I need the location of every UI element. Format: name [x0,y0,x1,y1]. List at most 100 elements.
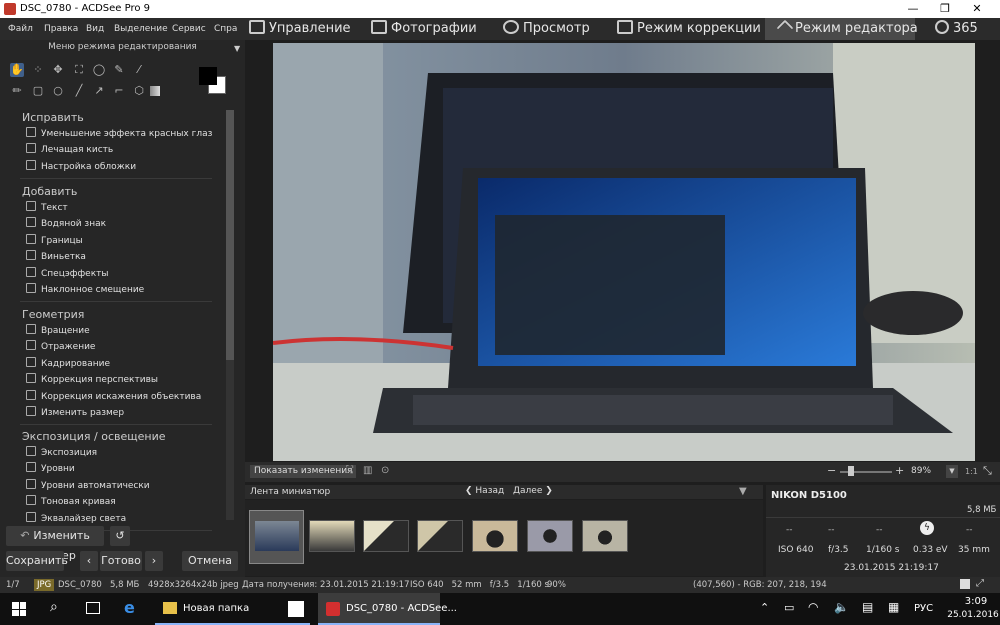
tool-item-3-3[interactable]: Тоновая кривая [26,495,116,509]
tool-item-2-4[interactable]: Коррекция искажения объектива [26,389,201,404]
section-header-3[interactable]: Экспозиция / освещение [22,430,166,443]
menu-edit[interactable]: Правка [44,24,78,34]
clock-date[interactable]: 25.01.2016 [946,610,1000,620]
menu-file[interactable]: Файл [8,24,33,34]
panel-scrollbar[interactable] [226,110,234,520]
wifi-icon[interactable]: ◠ [808,600,818,614]
play-icon[interactable]: ⊙ [381,465,389,476]
save-button[interactable]: Сохранить [6,551,68,571]
tool-item-3-0[interactable]: Экспозиция [26,446,97,460]
cancel-button[interactable]: Отмена [182,551,238,571]
menu-select[interactable]: Выделение [114,24,168,34]
polyline-icon[interactable]: ⌐ [112,84,126,98]
language-indicator[interactable]: РУС [914,603,933,614]
thumbnail-1[interactable] [254,520,300,552]
resize-button[interactable]: ↶Изменить размер [6,526,104,562]
minimize-button[interactable]: — [898,0,928,18]
prev-arrow-button[interactable]: ‹ [80,551,98,571]
done-button[interactable]: Готово [100,551,142,571]
menu-view[interactable]: Вид [86,24,104,34]
arrow-icon[interactable]: ↗ [92,84,106,98]
task-view-icon[interactable] [86,602,100,614]
ellipse-select-icon[interactable]: ○ [51,84,65,98]
tool-item-1-1[interactable]: Водяной знак [26,217,106,231]
thumbnail-5[interactable] [472,520,518,552]
next-arrow-button[interactable]: › [145,551,163,571]
action-center-icon[interactable]: ▦ [888,600,899,614]
filmstrip-next-button[interactable]: Далее ❯ [513,486,553,496]
filmstrip-collapse-icon[interactable]: ▼ [739,486,747,497]
gradient-icon[interactable] [150,86,160,96]
windows-start-icon[interactable] [12,602,26,616]
magic-select-icon[interactable]: ⁘ [31,63,45,77]
tool-item-2-3[interactable]: Коррекция перспективы [26,373,158,387]
tool-item-1-4[interactable]: Спецэффекты [26,266,108,281]
menu-help[interactable]: Спра [214,24,237,34]
section-header-2[interactable]: Геометрия [22,308,84,321]
view-mode-icon[interactable] [960,579,970,589]
search-icon[interactable]: ⌕ [50,599,58,615]
hand-tool-icon[interactable]: ✋ [10,63,24,77]
tool-item-2-2[interactable]: Кадрирование [26,356,110,371]
tool-item-3-2[interactable]: Уровни автоматически [26,478,150,493]
tool-item-0-0[interactable]: Уменьшение эффекта красных глаз [26,127,212,141]
zoom-slider-thumb[interactable] [848,466,854,476]
tool-item-1-2[interactable]: Границы [26,233,83,248]
tool-item-0-2[interactable]: Настройка обложки [26,159,136,174]
network-icon[interactable]: ▤ [862,600,873,614]
photo-canvas[interactable] [273,43,975,461]
fullscreen-icon[interactable]: ⤢ [976,578,984,589]
mode-photos[interactable]: Фотографии [371,18,479,40]
brush-select-icon[interactable]: ✎ [112,63,126,77]
menu-tools[interactable]: Сервис [172,24,206,34]
tool-item-1-5[interactable]: Наклонное смещение [26,283,144,297]
tool-item-3-4[interactable]: Эквалайзер света [26,511,126,526]
zoom-in-icon[interactable]: + [895,464,904,477]
store-icon[interactable] [288,601,304,617]
thumbnail-6[interactable] [527,520,573,552]
maximize-button[interactable]: ❐ [930,0,960,18]
tool-item-2-1[interactable]: Отражение [26,340,95,354]
lasso-icon[interactable]: ◯ [92,63,106,77]
section-header-0[interactable]: Исправить [22,111,84,124]
mode-develop[interactable]: Режим коррекции [617,18,761,40]
tool-item-1-3[interactable]: Виньетка [26,250,86,264]
thumbnail-2[interactable] [309,520,355,552]
tool-item-2-0[interactable]: Вращение [26,324,90,338]
show-changes-button[interactable]: Показать изменения [250,465,357,478]
mode-view[interactable]: Просмотр [503,18,599,40]
zoom-dropdown-icon[interactable]: ▼ [946,465,958,478]
taskbar-folder-item[interactable]: Новая папка [155,593,310,625]
battery-icon[interactable]: ▭ [784,601,794,614]
mode-edit[interactable]: Режим редактора [765,18,918,40]
transform-icon[interactable]: ⛶ [72,63,86,77]
move-icon[interactable]: ✥ [51,63,65,77]
scrollbar-thumb[interactable] [226,110,234,360]
filmstrip-back-button[interactable]: ❮ Назад [465,486,504,496]
eyedropper-icon[interactable]: ⁄ [132,63,146,77]
polygon-icon[interactable]: ⬡ [132,84,146,98]
tool-item-1-0[interactable]: Текст [26,201,68,215]
tray-chevron-icon[interactable]: ⌃ [760,601,769,614]
clock-time[interactable]: 3:09 [952,596,1000,607]
fit-screen-icon[interactable]: ⤡ [983,464,992,478]
thumbnail-4[interactable] [417,520,463,552]
compare-icon[interactable]: ⛶ [346,465,353,476]
edge-icon[interactable]: e [124,598,135,617]
taskbar-acdsee-item[interactable]: DSC_0780 - ACDSee... [318,593,457,625]
thumbnail-7[interactable] [582,520,628,552]
tool-item-2-5[interactable]: Изменить размер [26,406,124,420]
close-button[interactable]: ✕ [962,0,992,18]
thumbnail-3[interactable] [363,520,409,552]
histogram-icon[interactable]: ▥ [363,465,372,476]
panel-dropdown-icon[interactable]: ▼ [234,44,240,53]
volume-icon[interactable]: 🔈 [834,600,849,614]
zoom-out-icon[interactable]: − [827,464,836,477]
reset-button[interactable]: ↺ [110,526,130,546]
rect-select-icon[interactable]: ▢ [31,84,45,98]
tool-item-0-1[interactable]: Лечащая кисть [26,143,113,157]
mode-365[interactable]: 365 [935,18,995,40]
section-header-1[interactable]: Добавить [22,185,77,198]
tool-item-3-1[interactable]: Уровни [26,462,75,476]
actual-size-button[interactable]: 1:1 [965,467,978,476]
